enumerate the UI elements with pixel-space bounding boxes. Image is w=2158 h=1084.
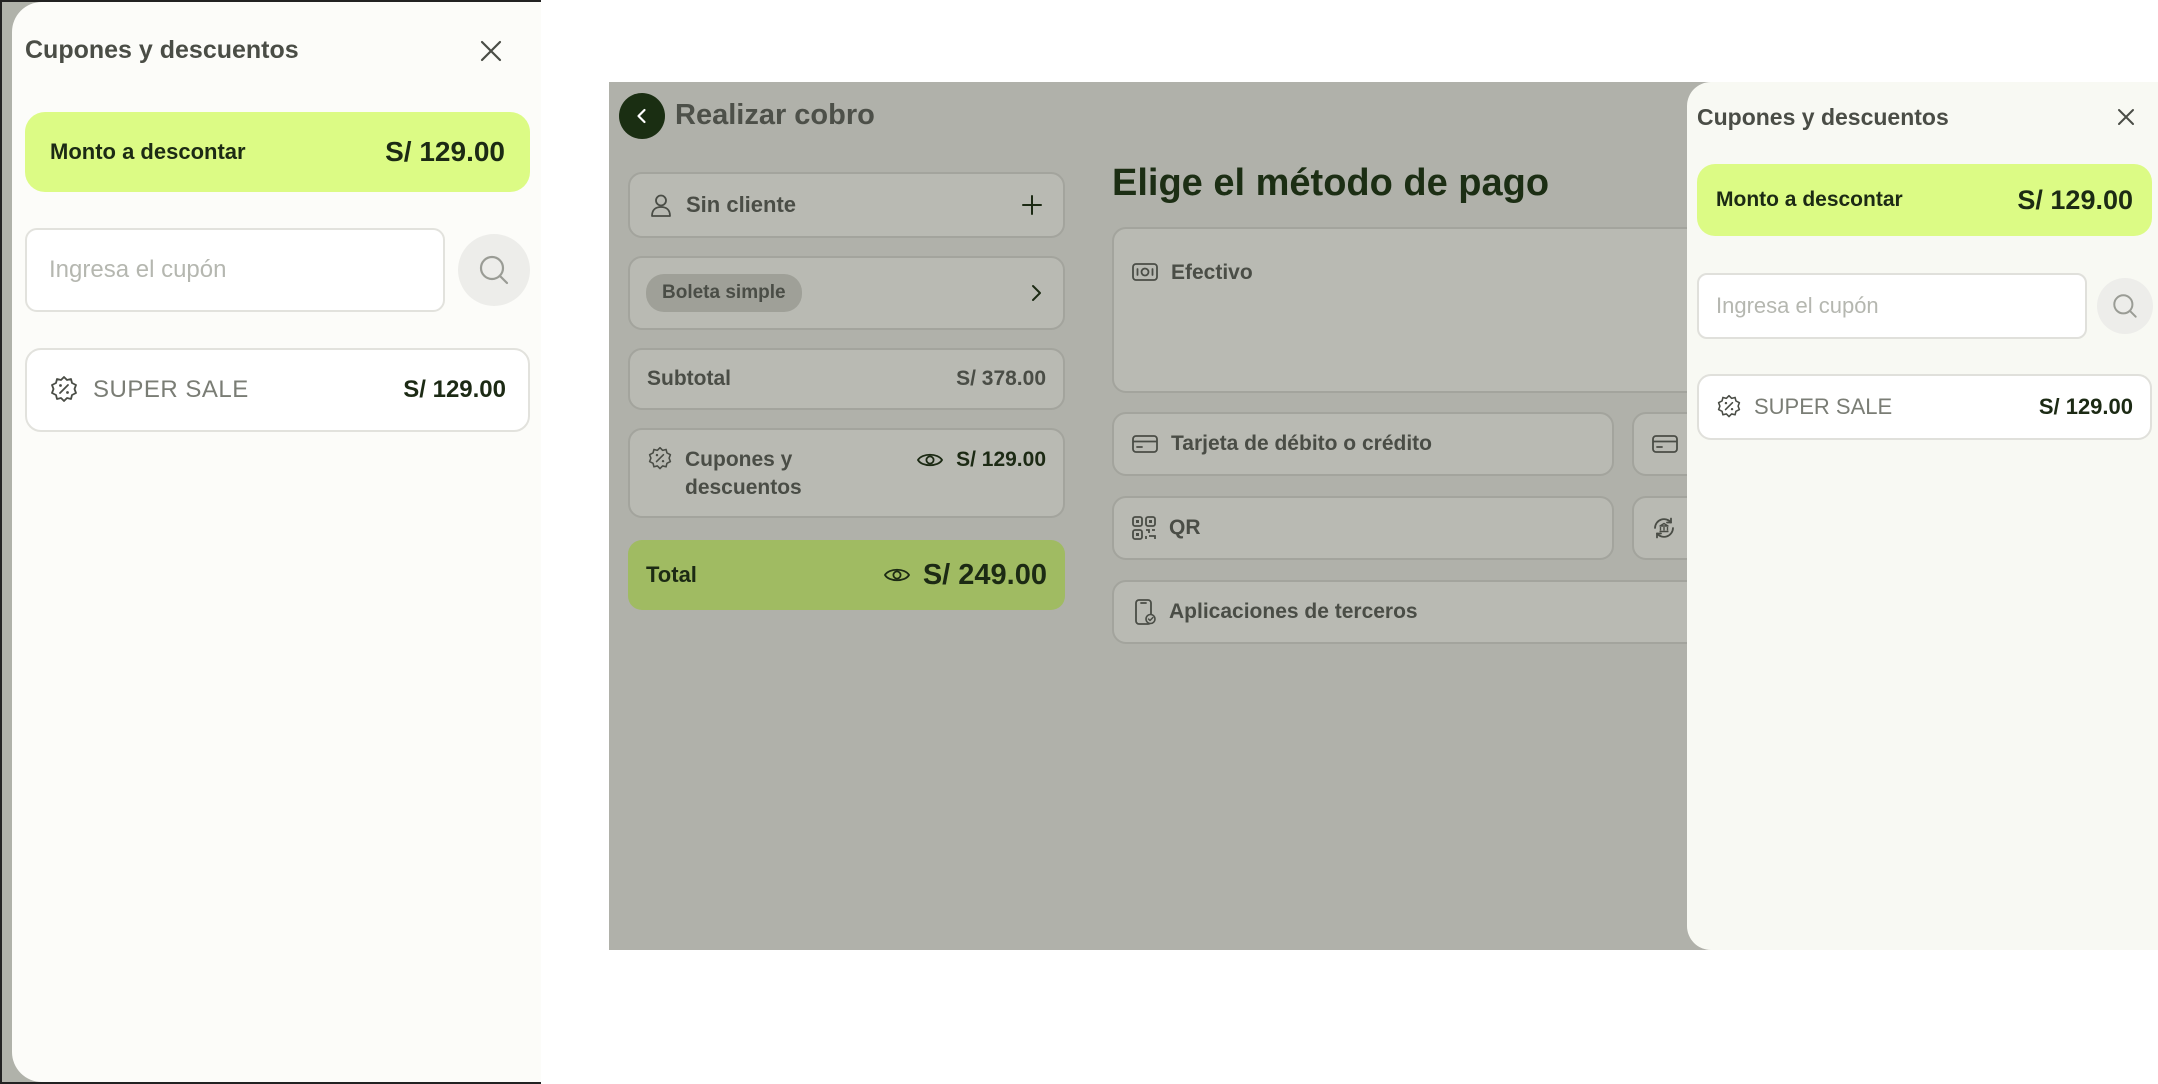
coupon-item[interactable]: SUPER SALE S/ 129.00 <box>1697 374 2152 440</box>
close-icon[interactable] <box>2113 104 2139 130</box>
discount-badge-icon <box>647 446 673 472</box>
total-label: Total <box>646 562 697 587</box>
phone-app-icon <box>1131 598 1157 626</box>
coupons-value: S/ 129.00 <box>956 448 1046 471</box>
discount-amount-value: S/ 129.00 <box>2017 184 2133 215</box>
search-icon <box>477 253 511 287</box>
coupon-name: SUPER SALE <box>1754 394 1893 419</box>
credit-card-icon <box>1651 433 1679 455</box>
credit-card-icon <box>1131 433 1159 455</box>
user-icon <box>648 192 674 218</box>
coupons-row[interactable]: Cupones y descuentos S/ 129.00 <box>628 428 1065 518</box>
payment-method-label: Efectivo <box>1171 261 1253 284</box>
payment-method-cash[interactable]: Efectivo <box>1112 227 1712 393</box>
search-icon <box>2111 292 2139 320</box>
coupon-value: S/ 129.00 <box>2038 394 2133 419</box>
coupon-item[interactable]: SUPER SALE S/ 129.00 <box>25 348 530 432</box>
coupons-panel-title: Cupones y descuentos <box>25 36 299 64</box>
discount-amount-value: S/ 129.00 <box>385 136 505 167</box>
checkout-screen: Realizar cobro Sin cliente Boleta simple… <box>609 82 2158 950</box>
close-icon[interactable] <box>476 36 506 66</box>
left-panel-frame: Cupones y descuentos Monto a descontar S… <box>0 0 541 1084</box>
chevron-left-icon <box>632 106 652 126</box>
discount-amount-label: Monto a descontar <box>50 139 246 164</box>
client-label: Sin cliente <box>686 192 797 217</box>
subtotal-value: S/ 378.00 <box>956 367 1046 390</box>
chevron-right-icon <box>1025 282 1047 304</box>
document-type-selector[interactable]: Boleta simple <box>628 256 1065 330</box>
cash-icon <box>1131 261 1159 283</box>
payment-method-qr[interactable]: QR <box>1112 496 1614 560</box>
total-row: Total S/ 249.00 <box>628 540 1065 610</box>
payment-method-label: Tarjeta de débito o crédito <box>1171 432 1432 455</box>
bank-transfer-icon <box>1651 515 1677 541</box>
client-selector[interactable]: Sin cliente <box>628 172 1065 238</box>
back-button[interactable] <box>619 93 665 139</box>
subtotal-row: Subtotal S/ 378.00 <box>628 348 1065 410</box>
payment-method-card[interactable]: Tarjeta de débito o crédito <box>1112 412 1614 476</box>
coupons-drawer-title: Cupones y descuentos <box>1697 104 1949 130</box>
eye-icon[interactable] <box>916 450 944 470</box>
document-type-badge: Boleta simple <box>646 274 802 312</box>
discount-badge-icon <box>49 375 79 405</box>
discount-amount-banner: Monto a descontar S/ 129.00 <box>25 112 530 192</box>
payment-method-apps[interactable]: Aplicaciones de terceros <box>1112 580 1712 644</box>
coupon-name: SUPER SALE <box>93 376 249 403</box>
qr-icon <box>1131 515 1157 541</box>
payment-method-title: Elige el método de pago <box>1112 162 1550 204</box>
total-value: S/ 249.00 <box>922 558 1047 591</box>
page-title: Realizar cobro <box>675 99 875 131</box>
coupons-drawer: Cupones y descuentos Monto a descontar S… <box>1687 82 2158 950</box>
search-button[interactable] <box>458 234 530 306</box>
coupon-value: S/ 129.00 <box>403 376 506 403</box>
eye-icon[interactable] <box>883 565 911 585</box>
coupon-input[interactable] <box>25 228 445 312</box>
subtotal-label: Subtotal <box>647 367 731 390</box>
coupons-panel: Cupones y descuentos Monto a descontar S… <box>12 2 541 1082</box>
plus-icon[interactable] <box>1019 192 1045 218</box>
discount-amount-label: Monto a descontar <box>1716 188 1903 211</box>
search-button[interactable] <box>2097 278 2153 334</box>
payment-method-label: QR <box>1169 516 1201 539</box>
coupons-label: Cupones y descuentos <box>685 448 802 499</box>
payment-method-label: Aplicaciones de terceros <box>1169 600 1418 623</box>
discount-badge-icon <box>1716 394 1742 420</box>
discount-amount-banner: Monto a descontar S/ 129.00 <box>1697 164 2152 236</box>
coupon-input[interactable] <box>1697 273 2087 339</box>
